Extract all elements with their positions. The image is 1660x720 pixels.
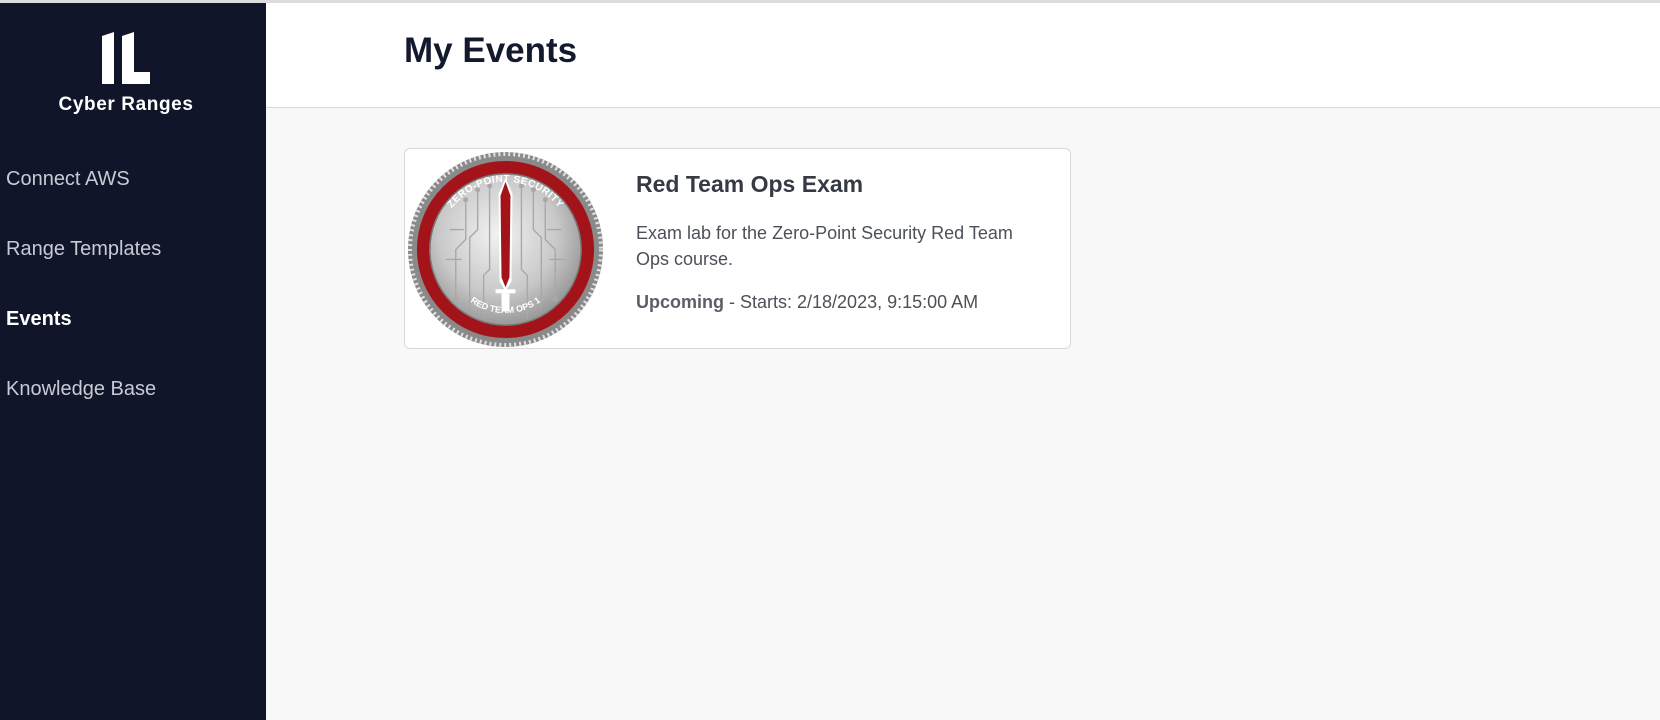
sidebar-item-knowledge-base[interactable]: Knowledge Base: [0, 364, 266, 434]
il-logo-icon: [102, 32, 150, 84]
page-header: My Events: [266, 3, 1660, 108]
sidebar-nav: Connect AWS Range Templates Events Knowl…: [0, 154, 266, 434]
main-area: My Events ZERO-POINT SECURITY RED TEAM O…: [266, 3, 1660, 720]
sidebar-item-range-templates[interactable]: Range Templates: [0, 224, 266, 294]
event-status-badge: Upcoming: [636, 292, 724, 312]
event-title: Red Team Ops Exam: [636, 171, 864, 197]
event-status-line: Upcoming - Starts: 2/18/2023, 9:15:00 AM: [636, 292, 1046, 313]
sidebar-item-events[interactable]: Events: [0, 294, 266, 364]
event-description: Exam lab for the Zero-Point Security Red…: [636, 223, 1013, 269]
event-start-time: Starts: 2/18/2023, 9:15:00 AM: [740, 292, 979, 312]
red-team-ops-coin-icon: ZERO-POINT SECURITY RED TEAM OPS 1: [407, 151, 604, 348]
event-status-separator: -: [724, 292, 740, 312]
event-card-body: Red Team Ops Exam Exam lab for the Zero-…: [636, 171, 1046, 313]
event-card[interactable]: ZERO-POINT SECURITY RED TEAM OPS 1 Red T…: [404, 148, 1071, 349]
brand-name: Cyber Ranges: [58, 94, 194, 115]
page-title: My Events: [404, 31, 578, 70]
sidebar: Cyber Ranges Connect AWS Range Templates…: [0, 0, 266, 720]
brand[interactable]: Cyber Ranges: [0, 32, 252, 116]
sidebar-item-connect-aws[interactable]: Connect AWS: [0, 154, 266, 224]
window-top-border: [0, 0, 1660, 3]
